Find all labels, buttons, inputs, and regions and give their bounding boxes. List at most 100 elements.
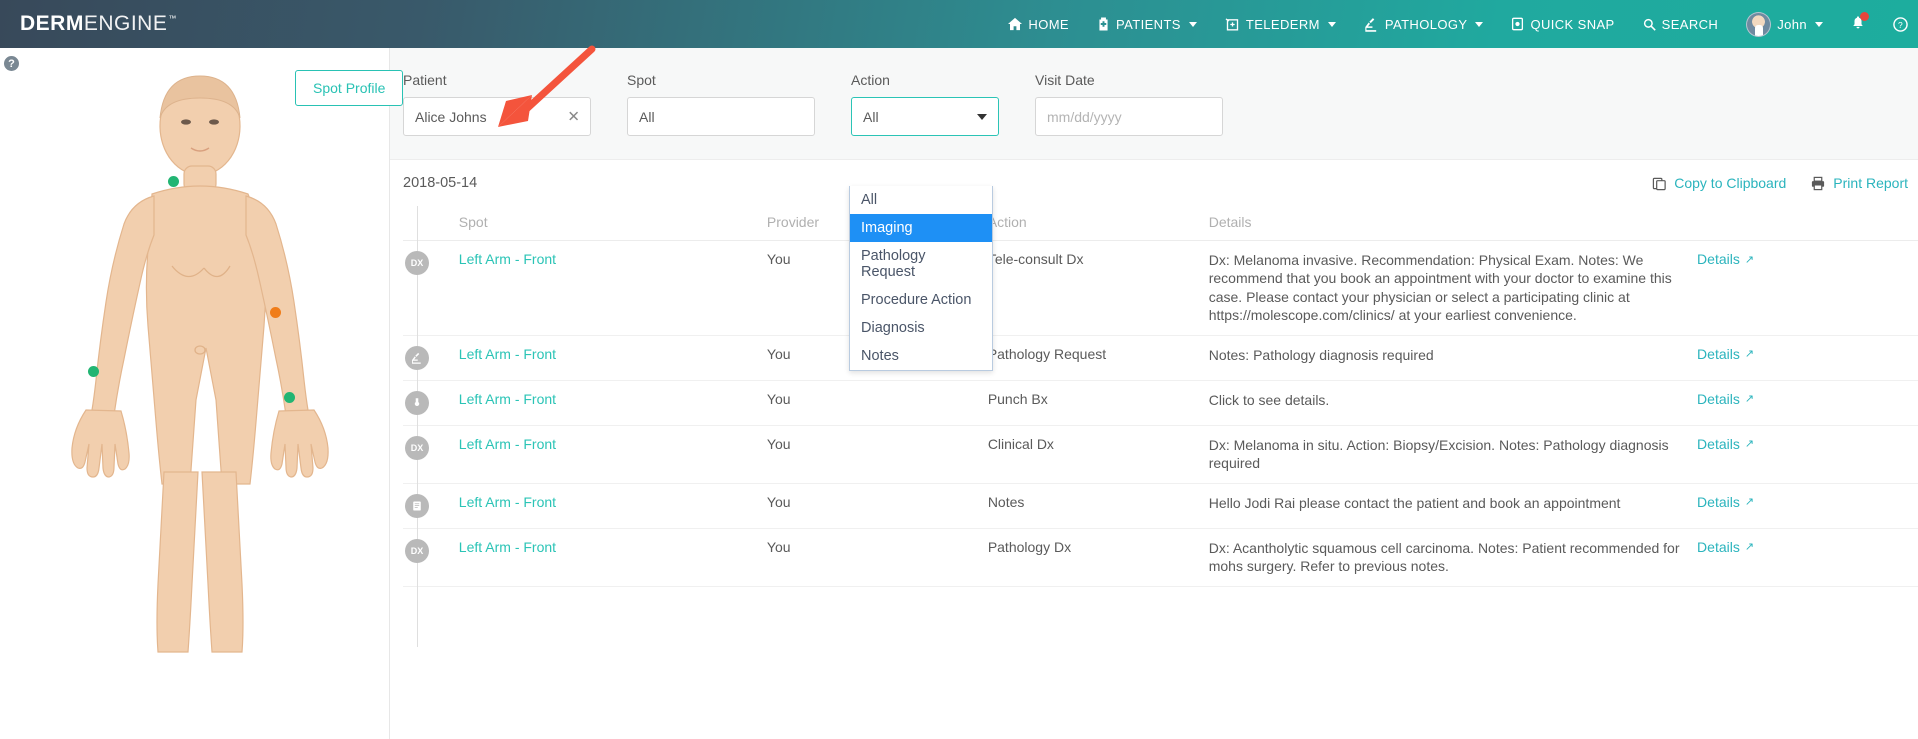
chevron-down-icon xyxy=(1188,21,1197,27)
copy-to-clipboard-label: Copy to Clipboard xyxy=(1674,175,1787,191)
print-report-label: Print Report xyxy=(1833,175,1908,191)
spot-profile-button[interactable]: Spot Profile xyxy=(295,70,404,106)
copy-to-clipboard-button[interactable]: Copy to Clipboard xyxy=(1652,175,1786,191)
dropdown-option-imaging[interactable]: Imaging xyxy=(850,214,992,242)
nav-item-patients[interactable]: PATIENTS xyxy=(1083,0,1211,48)
nav-label-patients: PATIENTS xyxy=(1116,16,1181,32)
nav-label-home: HOME xyxy=(1028,16,1070,32)
nav-label-quick-snap: QUICK SNAP xyxy=(1530,16,1615,32)
nav-label-user: John xyxy=(1777,16,1807,32)
patient-input[interactable]: Alice Johns ✕ xyxy=(403,97,591,136)
nav-item-user-menu[interactable]: John xyxy=(1732,0,1837,48)
details-cell: Click to see details. xyxy=(1208,380,1698,426)
details-link-label: Details xyxy=(1697,345,1740,362)
dropdown-option-procedure-action[interactable]: Procedure Action xyxy=(850,286,992,314)
provider-cell: You xyxy=(766,483,988,529)
table-row[interactable]: Left Arm - Front You Pathology Request N… xyxy=(403,335,1918,381)
action-value: All xyxy=(863,108,879,125)
details-link[interactable]: Details ↗ xyxy=(1697,436,1754,452)
action-cell: Clinical Dx xyxy=(987,425,1209,484)
nav-item-pathology[interactable]: PATHOLOGY xyxy=(1350,0,1498,48)
notification-badge xyxy=(1860,12,1869,21)
visit-date-label: Visit Date xyxy=(1035,72,1095,88)
details-link[interactable]: Details ↗ xyxy=(1697,391,1754,407)
chevron-down-icon xyxy=(1475,21,1484,27)
th-link xyxy=(1697,206,1918,241)
visit-date-heading: 2018-05-14 xyxy=(403,175,478,191)
body-map-panel: ? xyxy=(0,48,390,739)
body-spot-marker[interactable] xyxy=(168,176,179,187)
help-icon: ? xyxy=(1893,16,1908,32)
actions-table: Spot Provider Action Details DX Left Arm… xyxy=(403,206,1918,587)
main-content: Spot Profile Patient Alice Johns ✕ Spot … xyxy=(295,48,1918,739)
spot-value: All xyxy=(639,108,655,125)
dropdown-option-all[interactable]: All xyxy=(850,186,992,214)
app-logo[interactable]: DERM ENGINE ™ xyxy=(20,12,177,36)
logo-derm: DERM xyxy=(20,12,84,35)
action-dropdown-menu[interactable]: All Imaging Pathology Request Procedure … xyxy=(849,186,993,371)
visit-date-placeholder: mm/dd/yyyy xyxy=(1047,108,1122,125)
table-body: DX Left Arm - Front You Tele-consult Dx … xyxy=(403,240,1918,587)
pathology-icon xyxy=(1364,17,1379,32)
th-icon xyxy=(403,206,459,241)
table-row[interactable]: DX Left Arm - Front You Clinical Dx Dx: … xyxy=(403,425,1918,484)
filter-action: Action All xyxy=(851,72,999,159)
details-cell: Dx: Acantholytic squamous cell carcinoma… xyxy=(1208,528,1698,587)
action-cell: Punch Bx xyxy=(987,380,1209,426)
dropdown-option-diagnosis[interactable]: Diagnosis xyxy=(850,314,992,342)
table-row[interactable]: Left Arm - Front You Punch Bx Click to s… xyxy=(403,380,1918,426)
table-row[interactable]: DX Left Arm - Front You Pathology Dx Dx:… xyxy=(403,528,1918,587)
action-label: Action xyxy=(851,72,890,88)
nav-items: HOME PATIENTS TELEDERM PATHOLOGY QUICK S… xyxy=(994,0,1918,48)
chevron-down-icon xyxy=(1815,21,1823,27)
body-spot-marker[interactable] xyxy=(270,307,281,318)
filter-visit-date: Visit Date mm/dd/yyyy xyxy=(1035,72,1223,159)
notifications-bell-icon xyxy=(1851,12,1869,33)
nav-item-notifications[interactable] xyxy=(1837,0,1879,48)
body-spot-marker[interactable] xyxy=(88,366,99,377)
spot-input[interactable]: All xyxy=(627,97,815,136)
details-link[interactable]: Details ↗ xyxy=(1697,494,1754,510)
patient-value: Alice Johns xyxy=(415,108,487,125)
nav-item-home[interactable]: HOME xyxy=(994,0,1083,48)
spot-link[interactable]: Left Arm - Front xyxy=(459,539,556,555)
spot-link[interactable]: Left Arm - Front xyxy=(459,346,556,362)
help-icon[interactable]: ? xyxy=(4,56,19,71)
body-diagram[interactable] xyxy=(30,54,370,657)
action-select[interactable]: All xyxy=(851,97,999,136)
th-spot: Spot xyxy=(458,206,767,241)
patient-label: Patient xyxy=(403,72,447,88)
details-link[interactable]: Details ↗ xyxy=(1697,346,1754,362)
spot-link[interactable]: Left Arm - Front xyxy=(459,251,556,267)
details-link[interactable]: Details ↗ xyxy=(1697,539,1754,555)
th-details: Details xyxy=(1208,206,1698,241)
details-link[interactable]: Details ↗ xyxy=(1697,251,1754,267)
clear-patient-icon[interactable]: ✕ xyxy=(567,109,580,124)
nav-item-help[interactable]: ? xyxy=(1879,0,1918,48)
dropdown-option-pathology-request[interactable]: Pathology Request xyxy=(850,242,992,286)
nav-item-telederm[interactable]: TELEDERM xyxy=(1211,0,1350,48)
spot-link[interactable]: Left Arm - Front xyxy=(459,494,556,510)
diagnosis-icon: DX xyxy=(405,251,429,275)
search-icon xyxy=(1643,18,1656,31)
details-link-label: Details xyxy=(1697,390,1740,407)
dropdown-option-notes[interactable]: Notes xyxy=(850,342,992,370)
pathology-request-icon xyxy=(405,345,429,370)
diagnosis-icon: DX xyxy=(405,538,429,563)
logo-tm: ™ xyxy=(168,14,177,23)
details-cell: Notes: Pathology diagnosis required xyxy=(1208,335,1698,381)
body-spot-marker[interactable] xyxy=(284,392,295,403)
details-cell: Hello Jodi Rai please contact the patien… xyxy=(1208,483,1698,529)
spot-link[interactable]: Left Arm - Front xyxy=(459,391,556,407)
external-link-icon: ↗ xyxy=(1744,348,1755,361)
visit-date-input[interactable]: mm/dd/yyyy xyxy=(1035,97,1223,136)
nav-item-quick-snap[interactable]: QUICK SNAP xyxy=(1497,0,1628,48)
spot-link[interactable]: Left Arm - Front xyxy=(459,436,556,452)
print-report-button[interactable]: Print Report xyxy=(1810,175,1908,191)
patients-icon xyxy=(1097,17,1110,31)
clipboard-icon xyxy=(1652,176,1667,191)
nav-item-search[interactable]: SEARCH xyxy=(1629,0,1733,48)
table-row[interactable]: DX Left Arm - Front You Tele-consult Dx … xyxy=(403,240,1918,336)
details-link-label: Details xyxy=(1697,435,1740,452)
table-row[interactable]: Left Arm - Front You Notes Hello Jodi Ra… xyxy=(403,483,1918,529)
